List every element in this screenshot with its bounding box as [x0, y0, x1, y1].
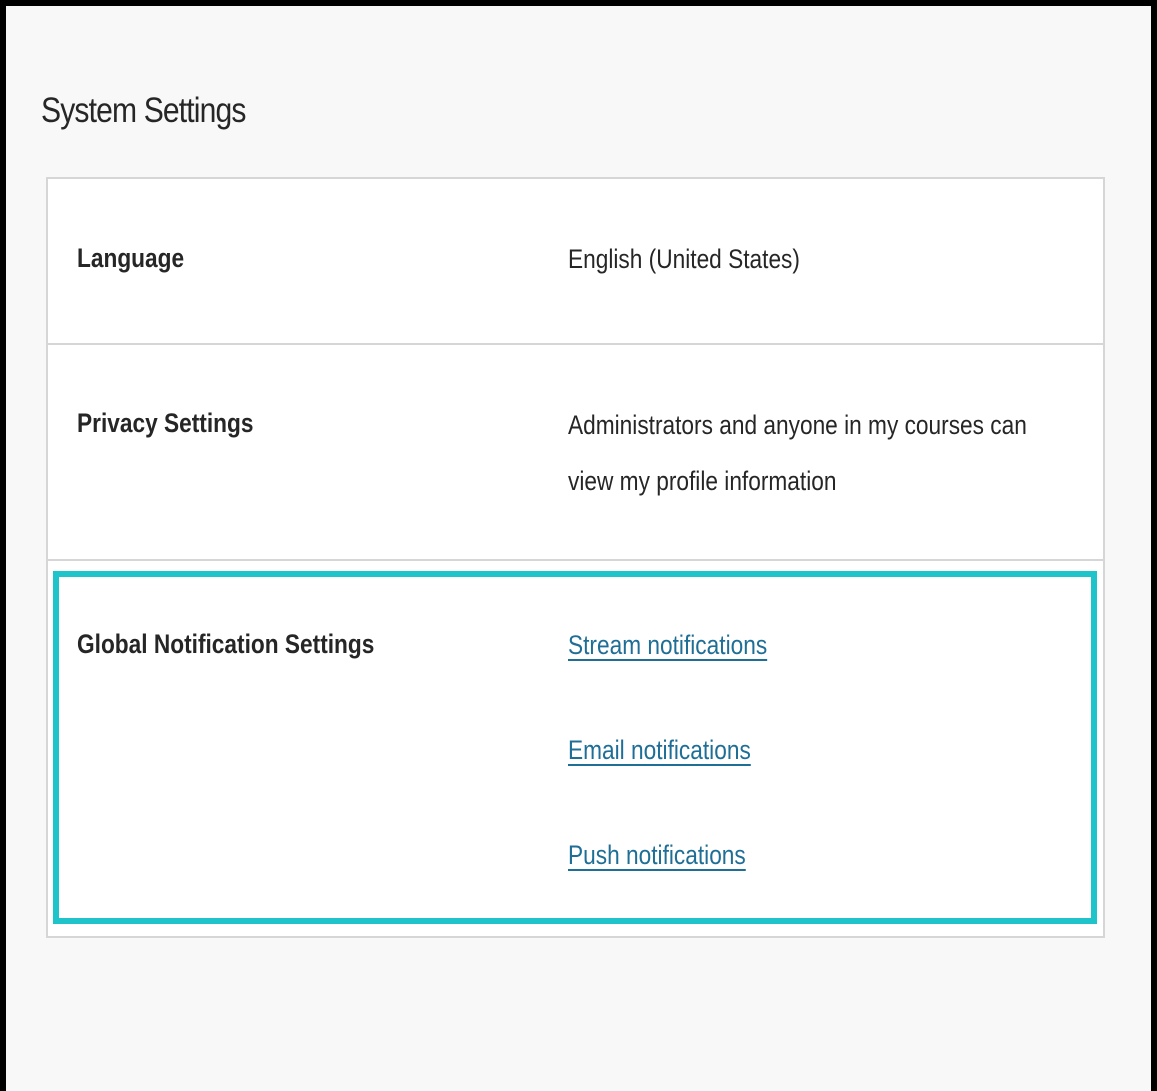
privacy-settings-label: Privacy Settings: [77, 408, 254, 438]
settings-panel: Language English (United States) Privacy…: [46, 177, 1105, 938]
notification-links: Stream notifications Email notifications…: [568, 617, 805, 932]
setting-row-global-notifications: Global Notification Settings Stream noti…: [53, 571, 1097, 924]
language-value: English (United States): [568, 244, 800, 274]
global-notification-settings-label: Global Notification Settings: [77, 629, 375, 659]
privacy-settings-value: Administrators and anyone in my courses …: [568, 410, 1027, 496]
setting-row-privacy: Privacy Settings Administrators and anyo…: [48, 345, 1103, 561]
page-title: System Settings: [41, 91, 246, 130]
language-label: Language: [77, 243, 185, 273]
email-notifications-link[interactable]: Email notifications: [568, 722, 767, 827]
push-notifications-link[interactable]: Push notifications: [568, 827, 767, 932]
screenshot-frame: System Settings Language English (United…: [0, 0, 1157, 1091]
setting-row-language: Language English (United States): [48, 179, 1103, 345]
stream-notifications-link[interactable]: Stream notifications: [568, 617, 767, 722]
